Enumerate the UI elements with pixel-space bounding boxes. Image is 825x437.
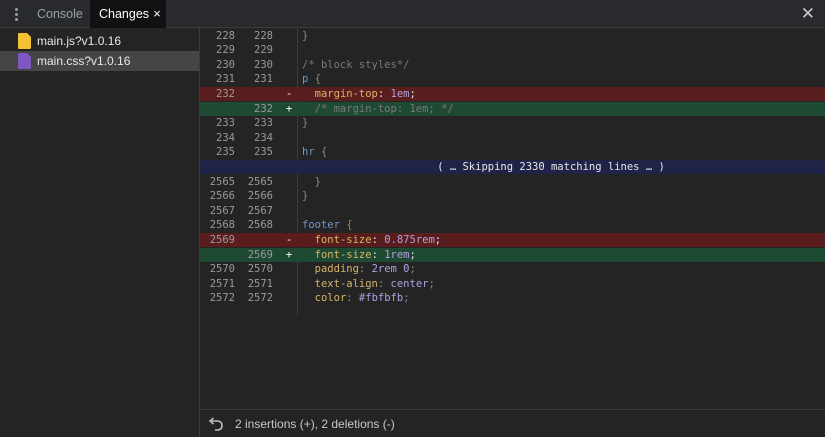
close-panel-icon[interactable]: ✕ — [801, 0, 815, 28]
undo-icon[interactable] — [208, 417, 224, 431]
code-line: padding: 2rem 0; — [314, 263, 416, 276]
old-line-number: 2566 — [209, 190, 235, 203]
old-line-number: 230 — [216, 58, 235, 71]
code-line: font-size: 0.875rem; — [314, 233, 442, 246]
old-line-number: 229 — [216, 44, 235, 57]
diff-row-added: 2569 + font-size: 1rem; — [200, 247, 825, 263]
old-line-number: 231 — [216, 73, 235, 86]
code-line: text-align: center; — [314, 277, 435, 290]
changes-summary: 2 insertions (+), 2 deletions (-) — [235, 417, 395, 431]
new-line-number: 2571 — [247, 277, 273, 290]
old-line-number: 228 — [216, 29, 235, 42]
changed-files-list: main.js?v1.0.16 main.css?v1.0.16 — [0, 28, 200, 437]
old-line-number: 2572 — [209, 292, 235, 305]
file-item-label: main.css?v1.0.16 — [37, 54, 131, 68]
close-tab-icon[interactable]: × — [150, 0, 164, 28]
diff-row: 234 234 — [200, 131, 825, 146]
old-line-number: 2569 — [209, 233, 235, 246]
code-line: footer { — [302, 219, 353, 232]
new-line-number: 231 — [254, 73, 273, 86]
new-line-number: 2565 — [247, 175, 273, 188]
new-line-number: 2569 — [247, 248, 273, 261]
new-line-number: 235 — [254, 146, 273, 159]
diff-row: 228 228} — [200, 29, 825, 44]
new-line-number: 232 — [254, 102, 273, 115]
code-line: } — [302, 190, 309, 203]
diff-row: 2571 2571 text-align: center; — [200, 277, 825, 292]
old-line-number: 2567 — [209, 204, 235, 217]
js-file-icon — [18, 33, 31, 49]
diff-row: 2565 2565 } — [200, 175, 825, 190]
old-line-number: 2571 — [209, 277, 235, 290]
code-line: hr { — [302, 146, 328, 159]
old-line-number: 233 — [216, 117, 235, 130]
file-item-main-js[interactable]: main.js?v1.0.16 — [0, 31, 199, 51]
insertion-marker: + — [285, 102, 293, 115]
old-line-number: 232 — [216, 87, 235, 100]
diff-row-deleted: 2569 - font-size: 0.875rem; — [200, 232, 825, 248]
diff-row: 2567 2567 — [200, 204, 825, 219]
old-line-number: 2565 — [209, 175, 235, 188]
skipped-lines-label[interactable]: ( … Skipping 2330 matching lines … ) — [200, 160, 825, 175]
diff-row-deleted: 232 - margin-top: 1em; — [200, 86, 825, 102]
new-line-number: 2567 — [247, 204, 273, 217]
old-line-number: 2568 — [209, 219, 235, 232]
new-line-number: 2572 — [247, 292, 273, 305]
code-line: } — [302, 29, 309, 42]
tab-bar: Console Changes × ✕ — [0, 0, 825, 28]
new-line-number: 233 — [254, 117, 273, 130]
new-line-number: 228 — [254, 29, 273, 42]
deletion-marker: - — [285, 87, 293, 100]
new-line-number: 230 — [254, 58, 273, 71]
old-line-number: 234 — [216, 131, 235, 144]
old-line-number: 235 — [216, 146, 235, 159]
file-item-main-css[interactable]: main.css?v1.0.16 — [0, 51, 199, 71]
new-line-number: 234 — [254, 131, 273, 144]
diff-row: 233 233} — [200, 116, 825, 131]
code-line: color: #fbfbfb; — [314, 292, 410, 305]
diff-row-added: 232 + /* margin-top: 1em; */ — [200, 101, 825, 117]
diff-row: 229 229 — [200, 43, 825, 58]
diff-row: 2572 2572 color: #fbfbfb; — [200, 291, 825, 306]
diff-row: 2568 2568 footer { — [200, 218, 825, 233]
file-item-label: main.js?v1.0.16 — [37, 34, 122, 48]
diff-row: 231 231 p { — [200, 72, 825, 87]
deletion-marker: - — [285, 233, 293, 246]
diff-row: 235 235 hr { — [200, 145, 825, 160]
diff-row: 2570 2570 padding: 2rem 0; — [200, 262, 825, 277]
skipped-lines-row[interactable]: ( … Skipping 2330 matching lines … ) — [200, 159, 825, 175]
code-line: } — [302, 117, 309, 130]
code-line: font-size: 1rem; — [314, 248, 416, 261]
code-line: margin-top: 1em; — [314, 87, 416, 100]
tab-console[interactable]: Console — [37, 0, 83, 28]
new-line-number: 229 — [254, 44, 273, 57]
new-line-number: 2566 — [247, 190, 273, 203]
new-line-number: 2568 — [247, 219, 273, 232]
diff-row: 230 230 /* block styles*/ — [200, 58, 825, 73]
old-line-number: 2570 — [209, 263, 235, 276]
more-options-icon[interactable] — [8, 0, 24, 28]
insertion-marker: + — [285, 248, 293, 261]
new-line-number: 2570 — [247, 263, 273, 276]
code-line: /* margin-top: 1em; */ — [302, 102, 454, 115]
code-line: } — [302, 175, 321, 188]
changes-footer: 2 insertions (+), 2 deletions (-) — [200, 409, 825, 437]
code-line: /* block styles*/ — [302, 58, 410, 71]
diff-view[interactable]: 228 228} 229 229 230 230/* block styles*/231 2… — [200, 28, 825, 409]
code-line: p { — [302, 73, 321, 86]
diff-row: 2566 2566} — [200, 189, 825, 204]
css-file-icon — [18, 53, 31, 69]
